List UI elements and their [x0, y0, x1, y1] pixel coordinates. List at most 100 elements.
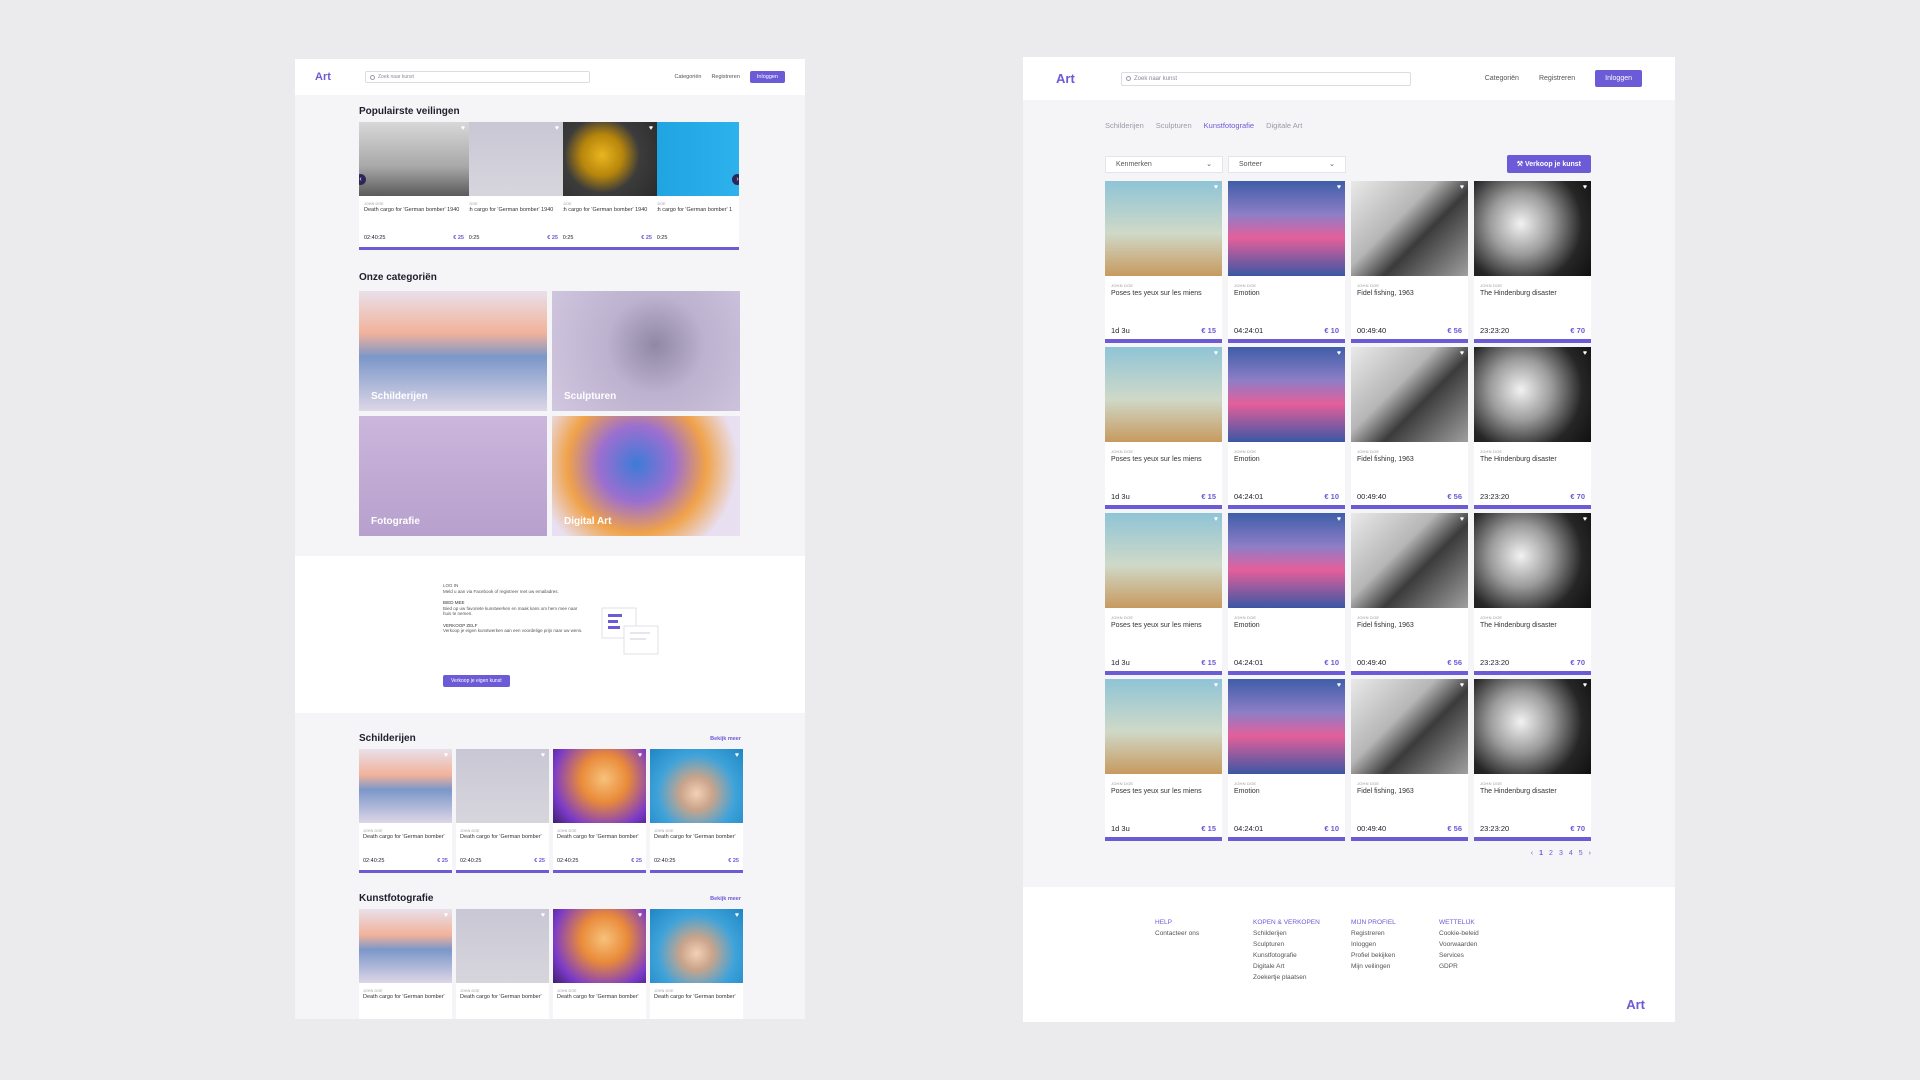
footer-link[interactable]: Voorwaarden	[1439, 939, 1529, 950]
auction-card[interactable]: ♥ JOHN DOEDeath cargo for 'German bomber'…	[453, 122, 563, 250]
footer-link[interactable]: Mijn veilingen	[1351, 961, 1439, 972]
nav-categories-link[interactable]: Categoriën	[1485, 75, 1519, 82]
footer-link[interactable]: Cookie-beleid	[1439, 928, 1529, 939]
heart-icon[interactable]: ♥	[649, 125, 653, 132]
footer-link[interactable]: Registreren	[1351, 928, 1439, 939]
artwork-card[interactable]: ♥ JOHN DOE Death cargo for 'German bomber'	[359, 909, 452, 1019]
footer-link[interactable]: Digitale Art	[1253, 961, 1351, 972]
artwork-card[interactable]: ♥ JOHN DOE Fidel fishing, 1963 00:49:40 € 56	[1351, 347, 1468, 509]
heart-icon[interactable]: ♥	[1214, 350, 1218, 357]
footer-link[interactable]: Zoekertje plaatsen	[1253, 972, 1351, 983]
heart-icon[interactable]: ♥	[1583, 516, 1587, 523]
schilderijen-more-link[interactable]: Bekijk meer	[710, 736, 741, 742]
artwork-card[interactable]: ♥ JOHN DOE The Hindenburg disaster 23:23:20…	[1474, 347, 1591, 509]
nav-register-link[interactable]: Registreren	[711, 74, 739, 80]
artwork-card[interactable]: ♥ JOHN DOE Fidel fishing, 1963 00:49:40 € 56	[1351, 679, 1468, 841]
heart-icon[interactable]: ♥	[1214, 516, 1218, 523]
login-button[interactable]: Inloggen	[749, 71, 785, 83]
heart-icon[interactable]: ♥	[735, 752, 739, 759]
heart-icon[interactable]: ♥	[1583, 350, 1587, 357]
artwork-card[interactable]: ♥ JOHN DOE Death cargo for 'German bomber'…	[359, 749, 452, 873]
tab-sculpturen[interactable]: Sculpturen	[1156, 121, 1192, 130]
tab-kunstfotografie[interactable]: Kunstfotografie	[1204, 121, 1254, 130]
artwork-card[interactable]: ♥ JOHN DOE Poses tes yeux sur les miens 1d …	[1105, 347, 1222, 509]
artwork-card[interactable]: ♥ JOHN DOE Death cargo for 'German bomber'…	[456, 749, 549, 873]
heart-icon[interactable]: ♥	[1460, 184, 1464, 191]
page-number[interactable]: 1	[1539, 850, 1543, 857]
footer-link[interactable]: Schilderijen	[1253, 928, 1351, 939]
search-input[interactable]: Zoek naar kunst	[365, 71, 590, 83]
pagination-next-icon[interactable]: ›	[1589, 850, 1591, 857]
artwork-card[interactable]: ♥ JOHN DOE Death cargo for 'German bomber'…	[650, 749, 743, 873]
page-number[interactable]: 5	[1579, 850, 1583, 857]
heart-icon[interactable]: ♥	[1460, 682, 1464, 689]
heart-icon[interactable]: ♥	[444, 752, 448, 759]
artwork-card[interactable]: ♥ JOHN DOE Fidel fishing, 1963 00:49:40 € 56	[1351, 513, 1468, 675]
heart-icon[interactable]: ♥	[1214, 184, 1218, 191]
footer-link[interactable]: Services	[1439, 950, 1529, 961]
footer-link[interactable]: GDPR	[1439, 961, 1529, 972]
page-number[interactable]: 4	[1569, 850, 1573, 857]
footer-link[interactable]: Profiel bekijken	[1351, 950, 1439, 961]
artwork-card[interactable]: ♥ JOHN DOE Emotion 04:24:01 € 10	[1228, 679, 1345, 841]
heart-icon[interactable]: ♥	[555, 125, 559, 132]
heart-icon[interactable]: ♥	[461, 125, 465, 132]
nav-register-link[interactable]: Registreren	[1539, 75, 1575, 82]
sell-own-art-button[interactable]: Verkoop je eigen kunst	[443, 675, 510, 687]
heart-icon[interactable]: ♥	[1337, 516, 1341, 523]
footer-link[interactable]: Sculpturen	[1253, 939, 1351, 950]
artwork-card[interactable]: ♥ JOHN DOE Death cargo for 'German bomber'	[650, 909, 743, 1019]
artwork-card[interactable]: ♥ JOHN DOE Poses tes yeux sur les miens 1d …	[1105, 181, 1222, 343]
auction-card[interactable]: ♥ JOHN DOEDeath cargo for 'German bomber'…	[359, 122, 469, 250]
heart-icon[interactable]: ♥	[638, 912, 642, 919]
heart-icon[interactable]: ♥	[1337, 682, 1341, 689]
auction-card[interactable]: ♥ JOHN DOEDeath cargo for 'German bomber'…	[547, 122, 657, 250]
tab-digitale-art[interactable]: Digitale Art	[1266, 121, 1302, 130]
heart-icon[interactable]: ♥	[735, 912, 739, 919]
category-digital-art[interactable]: Digital Art	[552, 416, 740, 536]
category-schilderijen[interactable]: Schilderijen	[359, 291, 547, 411]
artwork-card[interactable]: ♥ JOHN DOE Poses tes yeux sur les miens 1d …	[1105, 513, 1222, 675]
artwork-card[interactable]: ♥ JOHN DOE The Hindenburg disaster 23:23:20…	[1474, 181, 1591, 343]
artwork-card[interactable]: ♥ JOHN DOE Death cargo for 'German bomber'	[456, 909, 549, 1019]
heart-icon[interactable]: ♥	[541, 912, 545, 919]
heart-icon[interactable]: ♥	[444, 912, 448, 919]
artwork-card[interactable]: ♥ JOHN DOE Death cargo for 'German bomber'…	[553, 749, 646, 873]
login-button[interactable]: Inloggen	[1595, 70, 1642, 87]
heart-icon[interactable]: ♥	[1337, 350, 1341, 357]
artwork-card[interactable]: ♥ JOHN DOE Emotion 04:24:01 € 10	[1228, 347, 1345, 509]
footer-link[interactable]: Contacteer ons	[1155, 928, 1253, 939]
heart-icon[interactable]: ♥	[1460, 516, 1464, 523]
pagination-prev-icon[interactable]: ‹	[1531, 850, 1533, 857]
artwork-card[interactable]: ♥ JOHN DOE Emotion 04:24:01 € 10	[1228, 181, 1345, 343]
heart-icon[interactable]: ♥	[1214, 682, 1218, 689]
heart-icon[interactable]: ♥	[1583, 184, 1587, 191]
sorteer-dropdown[interactable]: Sorteer ⌄	[1228, 155, 1346, 173]
carousel-next-icon[interactable]: ›	[732, 174, 739, 185]
sell-art-button[interactable]: ⚒ Verkoop je kunst	[1506, 155, 1591, 173]
artwork-card[interactable]: ♥ JOHN DOE Poses tes yeux sur les miens 1d …	[1105, 679, 1222, 841]
artwork-card[interactable]: ♥ JOHN DOE Death cargo for 'German bomber'	[553, 909, 646, 1019]
page-number[interactable]: 3	[1559, 850, 1563, 857]
footer-logo[interactable]: Art	[1626, 997, 1645, 1012]
footer-link[interactable]: Kunstfotografie	[1253, 950, 1351, 961]
nav-categories-link[interactable]: Categoriën	[675, 74, 702, 80]
category-sculpturen[interactable]: Sculpturen	[552, 291, 740, 411]
heart-icon[interactable]: ♥	[1337, 184, 1341, 191]
artwork-card[interactable]: ♥ JOHN DOE Emotion 04:24:01 € 10	[1228, 513, 1345, 675]
artwork-card[interactable]: ♥ JOHN DOE Fidel fishing, 1963 00:49:40 € 56	[1351, 181, 1468, 343]
tab-schilderijen[interactable]: Schilderijen	[1105, 121, 1144, 130]
heart-icon[interactable]: ♥	[638, 752, 642, 759]
logo[interactable]: Art	[1056, 71, 1111, 86]
category-fotografie[interactable]: Fotografie	[359, 416, 547, 536]
footer-link[interactable]: Inloggen	[1351, 939, 1439, 950]
heart-icon[interactable]: ♥	[1460, 350, 1464, 357]
heart-icon[interactable]: ♥	[541, 752, 545, 759]
logo[interactable]: Art	[315, 71, 355, 83]
artwork-card[interactable]: ♥ JOHN DOE The Hindenburg disaster 23:23:20…	[1474, 513, 1591, 675]
artwork-card[interactable]: ♥ JOHN DOE The Hindenburg disaster 23:23:20…	[1474, 679, 1591, 841]
heart-icon[interactable]: ♥	[1583, 682, 1587, 689]
search-input[interactable]: Zoek naar kunst	[1121, 71, 1411, 86]
page-number[interactable]: 2	[1549, 850, 1553, 857]
kunstfotografie-more-link[interactable]: Bekijk meer	[710, 896, 741, 902]
